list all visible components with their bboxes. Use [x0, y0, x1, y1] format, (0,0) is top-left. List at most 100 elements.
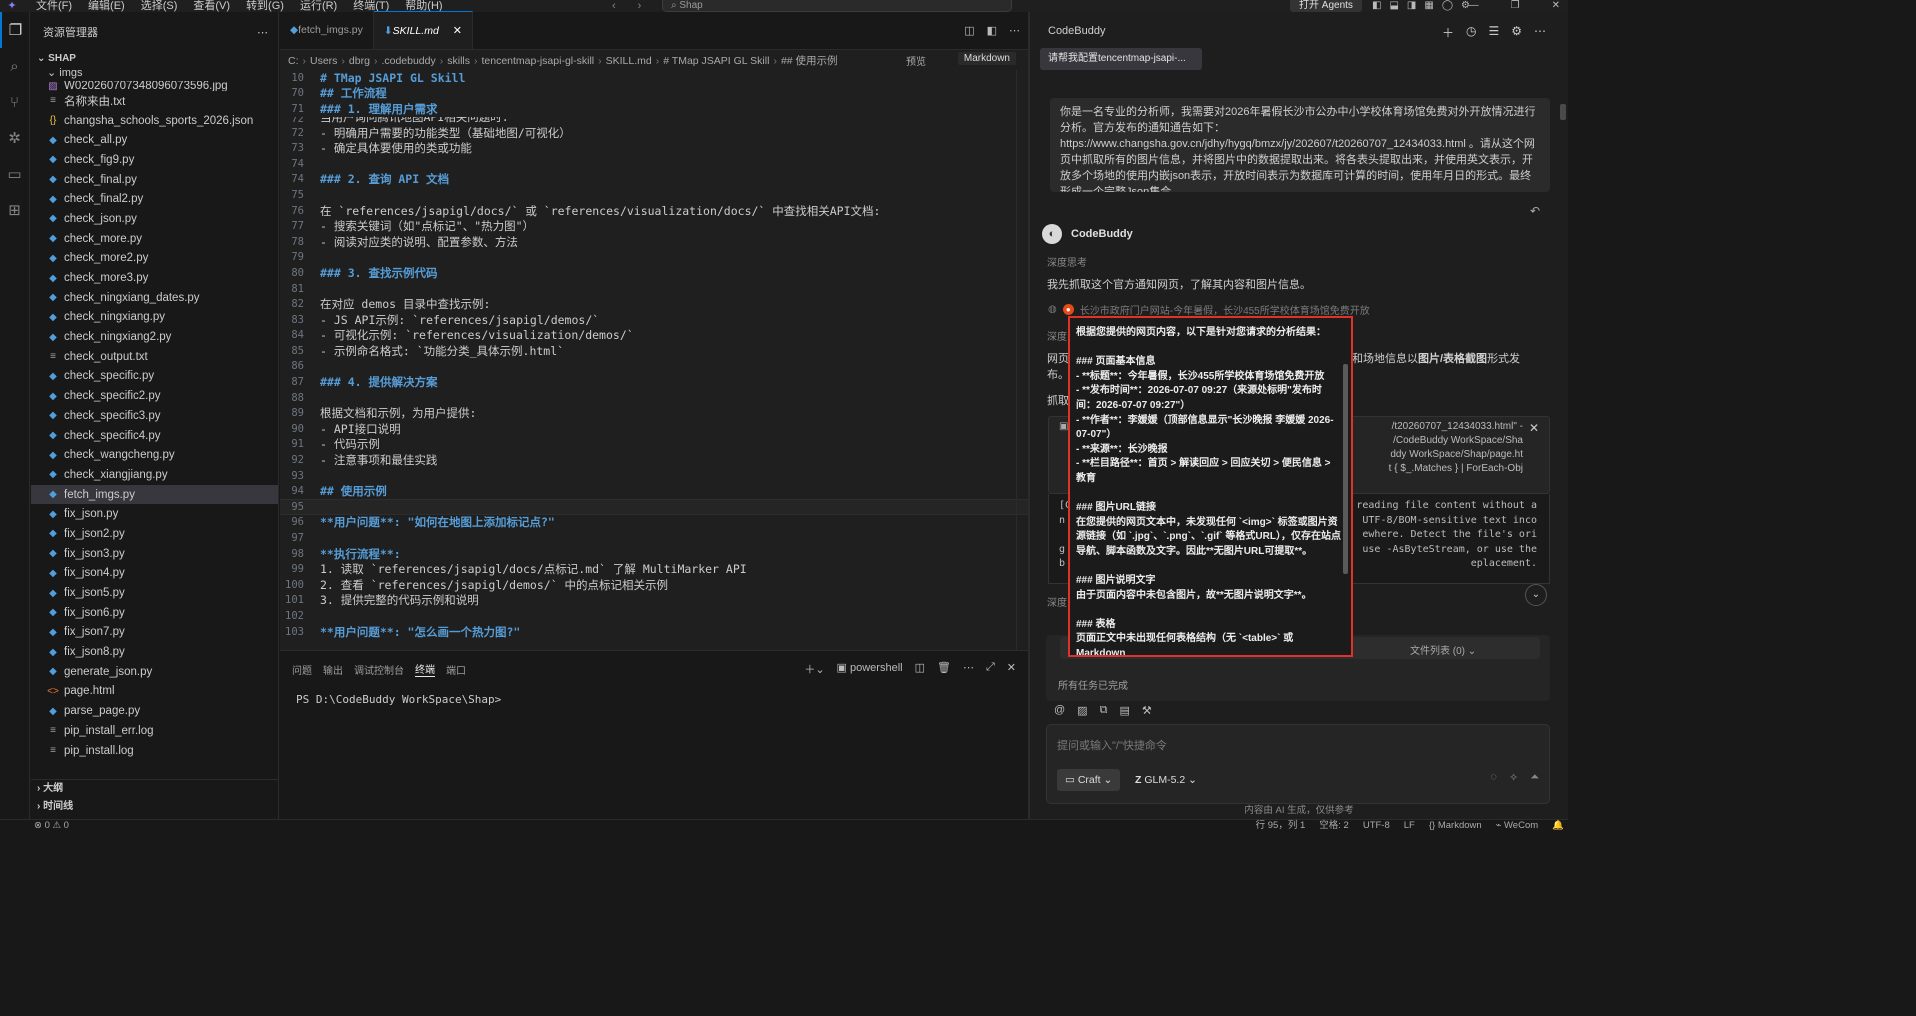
toggle-secondary-sidebar-icon[interactable]: ◨: [1407, 0, 1416, 12]
new-terminal-icon[interactable]: ＋⌄: [804, 661, 824, 677]
account-status[interactable]: ⌁ WeCom: [1496, 820, 1539, 831]
code-line[interactable]: 99 1. 读取 `references/jsapigl/docs/点标记.md`…: [280, 561, 1028, 577]
code-line[interactable]: 70 ## 工作流程: [280, 86, 1028, 102]
image-attach-icon[interactable]: ▨: [1077, 704, 1087, 717]
code-line[interactable]: 90 - API接口说明: [280, 421, 1028, 437]
file-item[interactable]: ◆ check_final.py: [31, 170, 278, 190]
fetch-link-row[interactable]: ◍ ● 长沙市政府门户网站-今年暑假，长沙455所学校体育场馆免费开放: [1048, 302, 1370, 317]
thinking-label-2[interactable]: 深度: [1047, 328, 1067, 343]
file-item[interactable]: ◆ check_more.py: [31, 229, 278, 249]
language-mode-badge[interactable]: Markdown: [957, 52, 1016, 65]
debug-run-icon[interactable]: ✲: [0, 120, 29, 156]
project-root[interactable]: ⌄ SHAP: [31, 52, 278, 66]
file-item[interactable]: ◆ check_all.py: [31, 130, 278, 150]
split-editor-icon[interactable]: ◧: [987, 24, 997, 37]
breadcrumb-item[interactable]: dbrg: [349, 55, 370, 67]
code-line[interactable]: 77 - 搜索关键词（如"点标记"、"热力图"）: [280, 218, 1028, 234]
code-line[interactable]: 79: [280, 250, 1028, 266]
breadcrumb-item[interactable]: skills: [447, 55, 470, 67]
split-terminal-icon[interactable]: ◫: [915, 661, 925, 677]
file-item[interactable]: {} changsha_schools_sports_2026.json: [31, 111, 278, 131]
file-item[interactable]: ≡ pip_install.log: [31, 741, 278, 761]
chat-scrollbar[interactable]: [1560, 104, 1566, 120]
toggle-panel-icon[interactable]: ⬓: [1389, 0, 1398, 12]
code-line[interactable]: 96 **用户问题**: "如何在地图上添加标记点?": [280, 515, 1028, 531]
breadcrumb-item[interactable]: C:: [288, 55, 299, 67]
menu-item-1[interactable]: 编辑(E): [80, 0, 133, 12]
scroll-down-button[interactable]: ⌄: [1525, 584, 1547, 606]
breadcrumb-item[interactable]: ## 使用示例: [781, 55, 838, 67]
knowledge-book-icon[interactable]: ▤: [1119, 704, 1129, 717]
file-item[interactable]: ◆ fix_json6.py: [31, 603, 278, 623]
code-line[interactable]: 98 **执行流程**:: [280, 546, 1028, 562]
code-line[interactable]: 80 ### 3. 查找示例代码: [280, 265, 1028, 281]
file-item[interactable]: ◆ fix_json.py: [31, 504, 278, 524]
code-line[interactable]: 102: [280, 608, 1028, 624]
mode-selector[interactable]: ▭ Craft ⌄: [1057, 769, 1121, 791]
panel-more-icon[interactable]: ⋯: [963, 661, 974, 677]
code-line[interactable]: 93: [280, 468, 1028, 484]
code-line[interactable]: 72 - 明确用户需要的功能类型（基础地图/可视化）: [280, 125, 1028, 141]
editor-scrollbar[interactable]: [1016, 70, 1028, 650]
file-item[interactable]: ◆ fix_json7.py: [31, 623, 278, 643]
file-item[interactable]: ◆ check_wangcheng.py: [31, 445, 278, 465]
preview-toggle[interactable]: 预览: [906, 53, 926, 68]
breadcrumb-item[interactable]: .codebuddy: [381, 55, 435, 67]
file-item[interactable]: ◆ fetch_imgs.py: [31, 484, 278, 505]
breadcrumb-item[interactable]: # TMap JSAPI GL Skill: [663, 55, 769, 67]
tab-skill-md[interactable]: ⬇ SKILL.md ✕: [373, 11, 473, 49]
code-line[interactable]: 74: [280, 156, 1028, 172]
code-line[interactable]: 83 - JS API示例: `references/jsapigl/demos/…: [280, 312, 1028, 328]
panel-tab[interactable]: 调试控制台: [354, 662, 404, 677]
panel-tab[interactable]: 端口: [446, 662, 466, 677]
breadcrumb-item[interactable]: Users: [310, 55, 337, 67]
code-line[interactable]: 91 - 代码示例: [280, 437, 1028, 453]
code-line[interactable]: 100 2. 查看 `references/jsapigl/demos/` 中的点…: [280, 577, 1028, 593]
code-line[interactable]: 78 - 阅读对应类的说明、配置参数、方法: [280, 234, 1028, 250]
menu-item-0[interactable]: 文件(F): [28, 0, 80, 12]
thinking-label-3[interactable]: 深度: [1047, 594, 1067, 609]
code-line[interactable]: 75: [280, 187, 1028, 203]
menu-item-3[interactable]: 查看(V): [185, 0, 238, 12]
chat-session-tab[interactable]: 请帮我配置tencentmap-jsapi-...: [1040, 48, 1202, 70]
file-item[interactable]: ◆ parse_page.py: [31, 701, 278, 721]
rules-icon[interactable]: ⧉: [1100, 704, 1108, 717]
file-item[interactable]: ◆ check_fig9.py: [31, 150, 278, 170]
terminal-shell-icon[interactable]: ▣ powershell: [837, 661, 903, 677]
source-control-icon[interactable]: ⑂: [0, 84, 29, 120]
code-line[interactable]: 74 ### 2. 查询 API 文档: [280, 172, 1028, 188]
encoding[interactable]: UTF-8: [1363, 820, 1390, 831]
indentation[interactable]: 空格: 2: [1319, 820, 1349, 831]
send-icon[interactable]: ⏶: [1530, 771, 1539, 784]
minimize-icon[interactable]: —: [1469, 0, 1479, 12]
code-line[interactable]: 86: [280, 359, 1028, 375]
code-line[interactable]: 85 - 示例命名格式: `功能分类_具体示例.html`: [280, 343, 1028, 359]
outline-toggle[interactable]: › 大纲: [31, 780, 278, 798]
open-preview-icon[interactable]: ◫: [964, 24, 974, 37]
account-icon[interactable]: ◯: [1442, 0, 1453, 12]
file-item[interactable]: ◆ check_json.py: [31, 209, 278, 229]
code-line[interactable]: 92 - 注意事项和最佳实践: [280, 452, 1028, 468]
open-agents-button[interactable]: 打开 Agents: [1290, 0, 1362, 12]
timeline-toggle[interactable]: › 时间线: [31, 798, 278, 816]
file-item[interactable]: ◆ check_specific3.py: [31, 406, 278, 426]
kill-terminal-icon[interactable]: 🗑: [937, 661, 951, 677]
command-center-search[interactable]: ⌕ Shap: [662, 0, 1012, 12]
file-item[interactable]: <> page.html: [31, 682, 278, 702]
maximize-icon[interactable]: ❐: [1511, 0, 1520, 12]
chat-input-box[interactable]: 提问或输入"/"快捷命令 ▭ Craft ⌄ Z GLM-5.2 ⌄ ◌ ✧ ⏶: [1046, 724, 1550, 804]
file-item[interactable]: ◆ fix_json4.py: [31, 564, 278, 584]
file-item[interactable]: ◆ check_specific.py: [31, 367, 278, 387]
list-icon[interactable]: ☰: [1488, 24, 1499, 41]
code-line[interactable]: 81: [280, 281, 1028, 297]
file-item[interactable]: ◆ check_more2.py: [31, 249, 278, 269]
code-line[interactable]: 73 - 确定具体要使用的类或功能: [280, 140, 1028, 156]
remote-explorer-icon[interactable]: ▭: [0, 156, 29, 192]
extensions-icon[interactable]: ⊞: [0, 192, 29, 228]
tab-fetch-imgs[interactable]: ◆ fetch_imgs.py: [280, 11, 374, 49]
file-item[interactable]: ◆ check_ningxiang.py: [31, 308, 278, 328]
code-line[interactable]: 101 3. 提供完整的代码示例和说明: [280, 593, 1028, 609]
file-item[interactable]: ◆ fix_json2.py: [31, 524, 278, 544]
menu-item-2[interactable]: 选择(S): [133, 0, 186, 12]
panel-tab[interactable]: 输出: [323, 662, 343, 677]
